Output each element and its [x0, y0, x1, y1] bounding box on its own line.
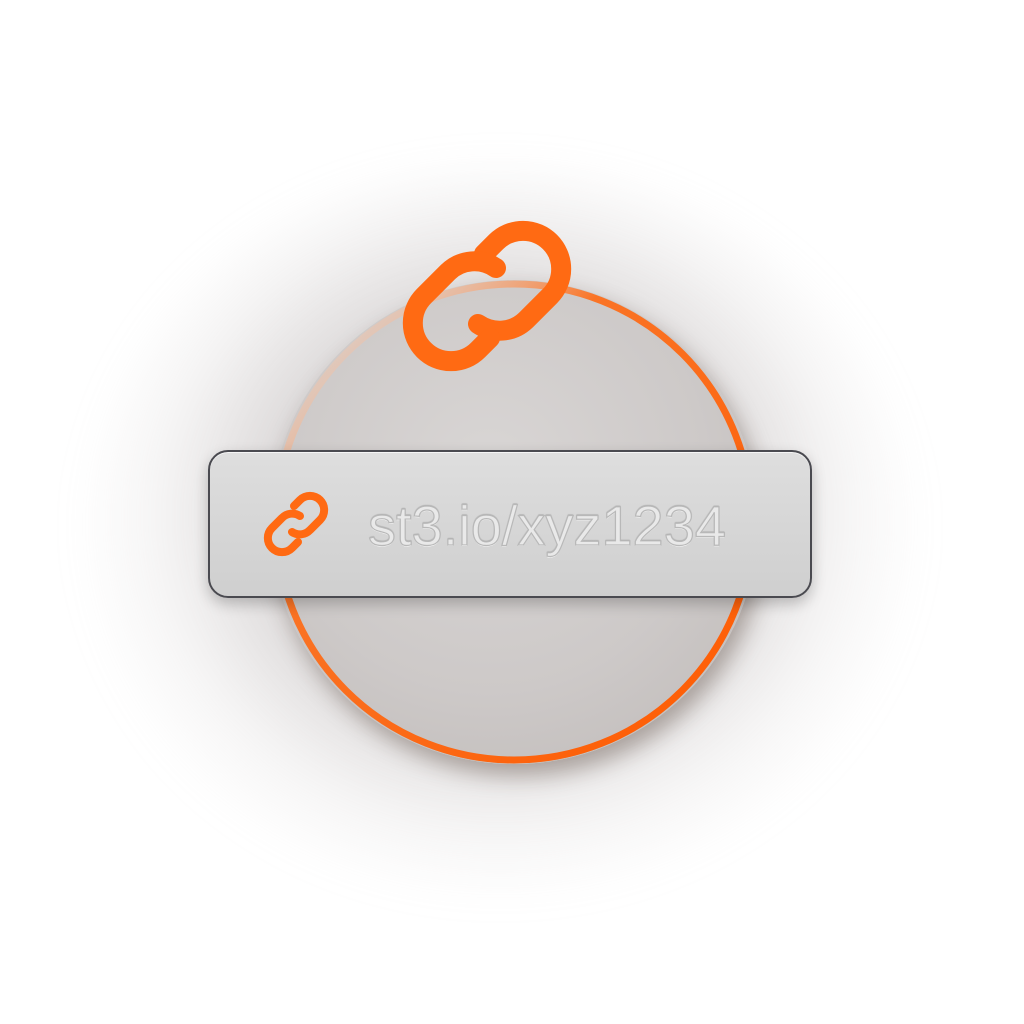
illustration-canvas: st3.io/xyz1234 — [0, 0, 1024, 1024]
link-icon — [263, 491, 329, 557]
url-field[interactable]: st3.io/xyz1234 — [208, 450, 812, 598]
url-text: st3.io/xyz1234 — [367, 493, 726, 557]
link-chain-icon — [402, 220, 572, 372]
